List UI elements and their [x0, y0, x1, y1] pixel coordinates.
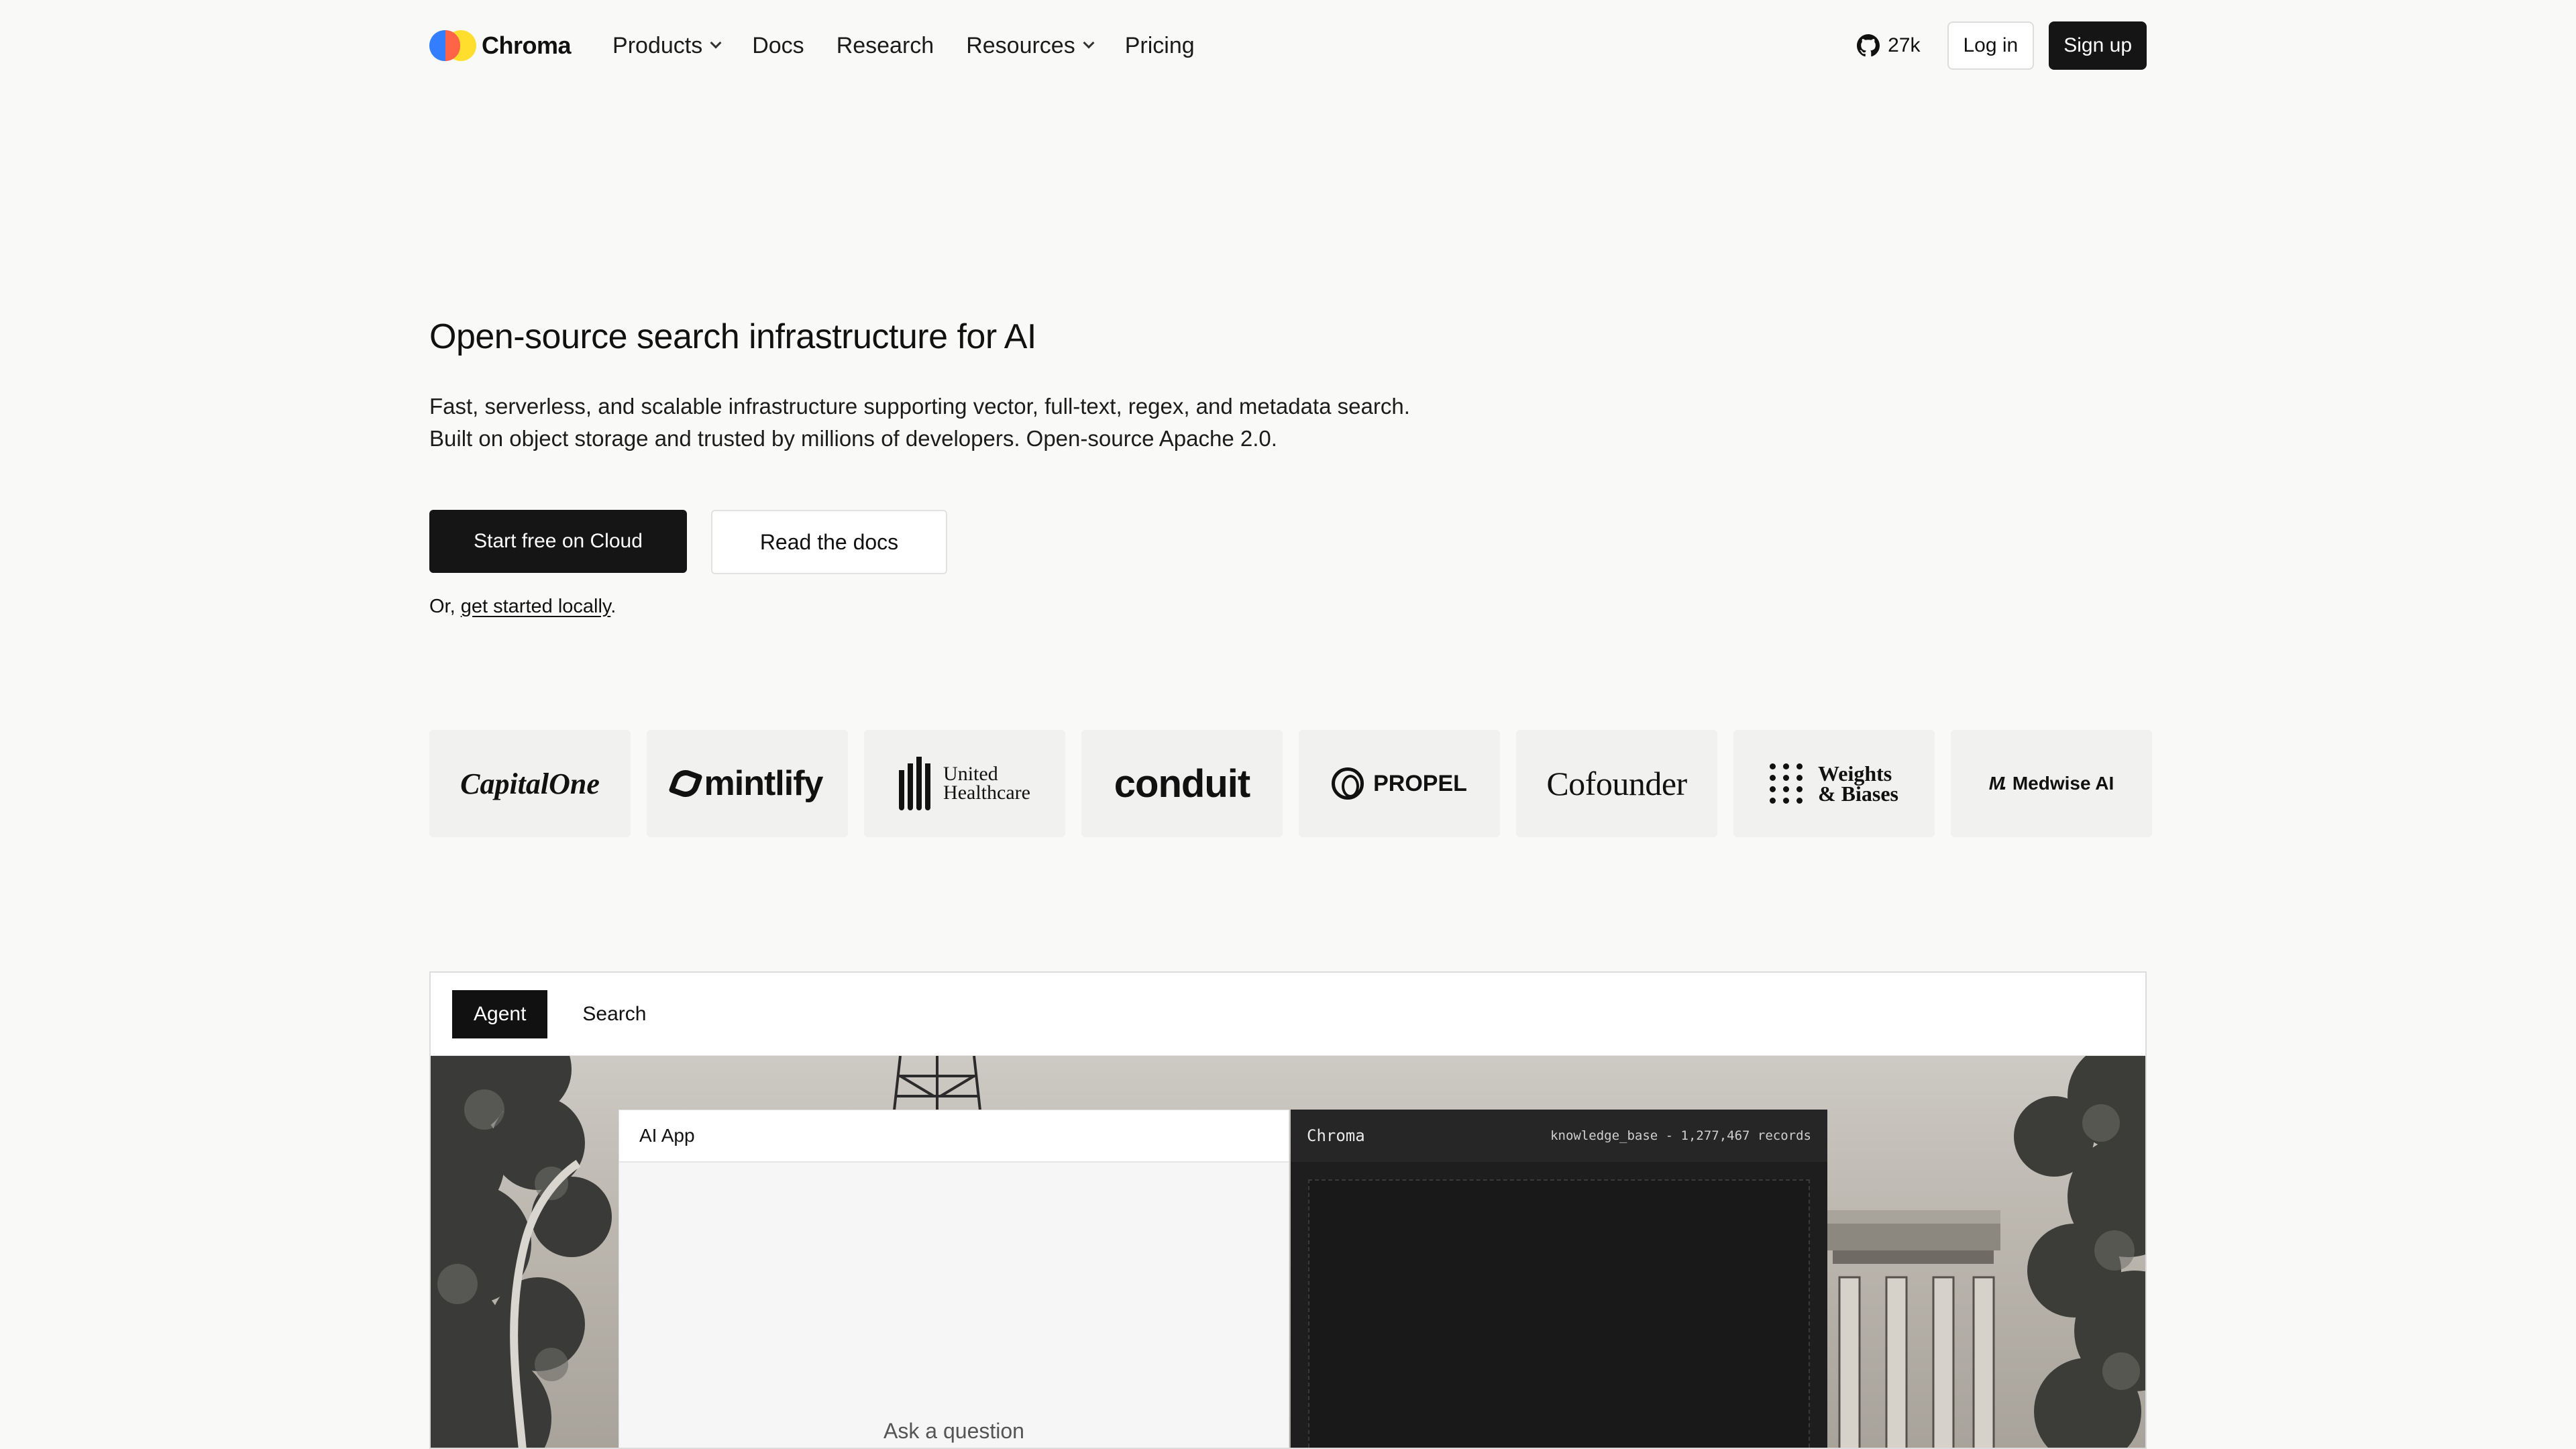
local-note-prefix: Or,	[429, 596, 461, 617]
uhc-line-2: Healthcare	[943, 782, 1030, 804]
tab-search[interactable]: Search	[561, 990, 667, 1038]
logo-united-healthcare: United Healthcare	[864, 730, 1065, 837]
propel-knot-icon	[1332, 767, 1364, 800]
get-started-locally-link[interactable]: get started locally	[461, 596, 611, 617]
local-note-suffix: .	[610, 596, 616, 617]
cta-row: Start free on Cloud Read the docs	[429, 510, 947, 574]
brand-link[interactable]: Chroma	[429, 21, 572, 70]
db-collection-meta: knowledge_base - 1,277,467 records	[1550, 1128, 1811, 1143]
wandb-line-2: & Biases	[1818, 782, 1898, 806]
db-panel-header: Chroma knowledge_base - 1,277,467 record…	[1291, 1110, 1827, 1162]
capital-one-wordmark: CapitalOne	[460, 767, 600, 800]
chroma-logo-icon	[429, 30, 476, 61]
top-nav: Chroma Products Docs Research Resources …	[429, 21, 2147, 70]
chroma-db-panel: Chroma knowledge_base - 1,277,467 record…	[1291, 1110, 1827, 1448]
wandb-line-1: Weights	[1818, 761, 1892, 786]
logo-capital-one: CapitalOne	[429, 730, 631, 837]
mintlify-wordmark: mintlify	[704, 764, 824, 803]
scaffold-illustration	[892, 1056, 982, 1116]
cofounder-wordmark: Cofounder	[1546, 765, 1687, 802]
product-demo: Agent Search AI App Ask a question Chrom…	[429, 971, 2147, 1449]
github-icon	[1857, 34, 1880, 57]
ai-app-title: AI App	[619, 1110, 1289, 1163]
logo-conduit: conduit	[1081, 730, 1283, 837]
chevron-down-icon	[710, 37, 722, 49]
chevron-down-icon	[1083, 37, 1095, 49]
logo-medwise: M. Medwise AI	[1951, 730, 2152, 837]
ai-app-panel: AI App Ask a question	[619, 1110, 1289, 1448]
tab-agent[interactable]: Agent	[452, 989, 548, 1038]
logo-cofounder: Cofounder	[1516, 730, 1717, 837]
ask-question-prompt[interactable]: Ask a question	[619, 1419, 1289, 1444]
signup-button[interactable]: Sign up	[2049, 21, 2147, 70]
page: Chroma Products Docs Research Resources …	[0, 0, 2576, 1449]
nav-pricing[interactable]: Pricing	[1125, 33, 1195, 59]
logo-mintlify: mintlify	[647, 730, 848, 837]
nav-actions: 27k Log in Sign up	[1857, 21, 2147, 70]
login-button[interactable]: Log in	[1947, 21, 2035, 70]
nav-research-label: Research	[836, 32, 934, 58]
logo-weights-biases: Weights & Biases	[1733, 730, 1935, 837]
nav-links: Products Docs Research Resources Pricing	[612, 21, 1227, 70]
brand-name: Chroma	[482, 32, 572, 59]
hero-description: Fast, serverless, and scalable infrastru…	[429, 394, 1410, 451]
nav-resources-label: Resources	[966, 32, 1075, 58]
github-stars-link[interactable]: 27k	[1857, 34, 1921, 57]
db-panel-title: Chroma	[1307, 1126, 1365, 1145]
nav-products-label: Products	[612, 32, 703, 58]
uhc-line-1: United	[943, 763, 998, 785]
nav-resources[interactable]: Resources	[966, 32, 1095, 59]
nav-products[interactable]: Products	[612, 32, 722, 59]
demo-illustration: AI App Ask a question Chroma knowledge_b…	[431, 1056, 2145, 1448]
medwise-wordmark: Medwise AI	[2012, 773, 2114, 794]
local-note: Or, get started locally.	[429, 596, 616, 618]
nav-pricing-label: Pricing	[1124, 32, 1195, 58]
hero-title: Open-source search infrastructure for AI	[429, 317, 1036, 356]
tree-illustration	[431, 1056, 612, 1448]
nav-docs[interactable]: Docs	[752, 33, 804, 59]
nav-docs-label: Docs	[752, 32, 804, 58]
wandb-dots-icon	[1770, 763, 1803, 804]
demo-tabs: Agent Search	[431, 973, 2145, 1056]
uhc-shield-icon	[899, 757, 934, 810]
tree-illustration	[2014, 1056, 2145, 1448]
medwise-icon: M.	[1988, 773, 2007, 794]
mintlify-leaf-icon	[667, 766, 703, 801]
github-stars-count: 27k	[1888, 34, 1921, 56]
nav-research[interactable]: Research	[837, 33, 934, 59]
read-docs-button[interactable]: Read the docs	[711, 510, 947, 574]
conduit-wordmark: conduit	[1114, 761, 1250, 806]
db-results-area	[1308, 1179, 1810, 1448]
propel-wordmark: PROPEL	[1373, 770, 1467, 796]
start-cloud-button[interactable]: Start free on Cloud	[429, 510, 687, 573]
logo-propel: PROPEL	[1299, 730, 1500, 837]
customer-logos: CapitalOne mintlify United Healthcare co…	[429, 730, 2152, 837]
